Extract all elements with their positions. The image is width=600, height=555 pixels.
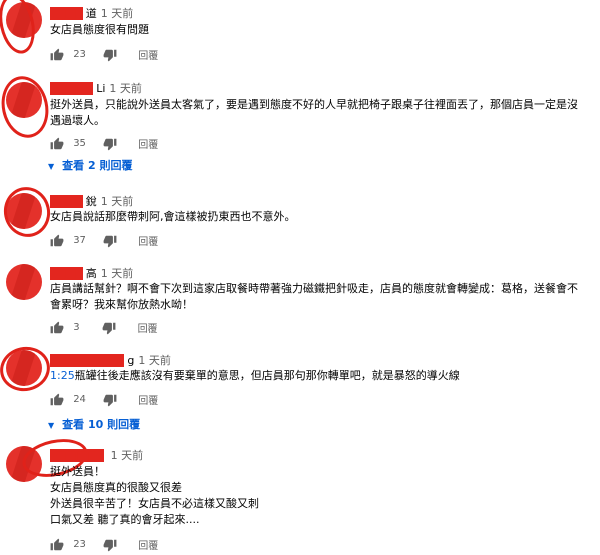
comment-thread: ■■■■■■ g 1 天前 1:25瓶罐往後走應該沒有要棄單的意思，但店員那句那你轉… [0, 342, 600, 435]
comment-time[interactable]: 1 天前 [138, 354, 171, 367]
view-replies-label: 查看 10 則回覆 [62, 418, 141, 431]
caret-down-icon: ▼ [48, 162, 55, 171]
comment-line: 口氣又差 聽了真的會牙起來.... [50, 513, 200, 526]
author-name[interactable]: ■■■■■■ [50, 354, 125, 367]
view-replies-button[interactable]: ▼ 查看 2 則回覆 [48, 157, 132, 173]
comment-text-body: 瓶罐往後走應該沒有要棄單的意思，但店員那句那你轉單吧，就是暴怒的導火線 [74, 369, 460, 382]
thumbs-down-icon[interactable] [103, 538, 117, 552]
video-timestamp-link[interactable]: 1:25 [50, 369, 75, 382]
avatar[interactable] [6, 193, 42, 229]
comment-thread: ■■ 道 1 天前 女店員態度很有問題 23 回覆 [0, 0, 600, 65]
comment-actions: 24 回覆 [50, 392, 158, 408]
comment-text: 女店員說話那麼帶刺阿,會這樣被扔東西也不意外。 [50, 210, 296, 223]
thumbs-down-icon[interactable] [103, 137, 117, 151]
comment-thread: ■■■■ 1 天前 挺外送員！ 女店員態度真的很酸又很差 外送員很辛苦了！女店員不… [0, 433, 600, 555]
thumbs-down-icon[interactable] [103, 48, 117, 62]
thumbs-up-icon[interactable] [50, 393, 64, 407]
thumbs-up-icon[interactable] [50, 234, 64, 248]
like-count: 37 [73, 235, 86, 246]
comment-thread: ■■ 高 1 天前 店員講話幫針？啊不會下次到這家店取餐時帶著強力磁鐵把針吸走，店員… [0, 260, 600, 342]
author-name[interactable]: ■■■■ [50, 449, 104, 462]
thumbs-up-icon[interactable] [50, 48, 64, 62]
comment-text: 店員講話幫針？啊不會下次到這家店取餐時帶著強力磁鐵把針吸走，店員的態度就會轉變成… [50, 282, 578, 311]
thumbs-down-icon[interactable] [103, 234, 117, 248]
author-name-visible[interactable]: 道 [86, 7, 97, 20]
like-count: 3 [73, 322, 80, 333]
comment-actions: 23 回覆 [50, 47, 158, 63]
reply-button[interactable]: 回覆 [138, 233, 158, 248]
comment-actions: 37 回覆 [50, 233, 158, 249]
comment-time[interactable]: 1 天前 [109, 82, 142, 95]
avatar[interactable] [6, 2, 42, 38]
comment-text: 女店員態度很有問題 [50, 23, 149, 36]
comment-thread: ■■ 銳 1 天前 女店員說話那麼帶刺阿,會這樣被扔東西也不意外。 37 回覆 [0, 182, 600, 255]
comment-actions: 3 回覆 [50, 320, 158, 336]
author-name[interactable]: ■■■ [50, 82, 94, 95]
avatar[interactable] [6, 446, 42, 482]
thumbs-up-icon[interactable] [50, 321, 64, 335]
comment-time[interactable]: 1 天前 [101, 195, 134, 208]
comment-author: ■■ 高 1 天前 [50, 265, 133, 281]
comment-actions: 23 回覆 [50, 537, 158, 553]
comment-text: 1:25瓶罐往後走應該沒有要棄單的意思，但店員那句那你轉單吧，就是暴怒的導火線 [50, 368, 582, 384]
comment-time[interactable]: 1 天前 [101, 7, 134, 20]
comment-author: ■■■■ 1 天前 [50, 447, 143, 463]
view-replies-button[interactable]: ▼ 查看 10 則回覆 [48, 416, 140, 432]
thumbs-down-icon[interactable] [103, 393, 117, 407]
author-name[interactable]: ■■ [50, 267, 83, 280]
comment-thread: ■■■ Li 1 天前 挺外送員，只能說外送員太客氣了，要是遇到態度不好的人早就把椅… [0, 70, 600, 180]
thumbs-down-icon[interactable] [102, 321, 116, 335]
comment-author: ■■ 道 1 天前 [50, 5, 133, 21]
comment-line: 女店員態度真的很酸又很差 [50, 481, 182, 494]
comment-line: 挺外送員！ [50, 465, 105, 478]
comment-time[interactable]: 1 天前 [111, 449, 144, 462]
caret-down-icon: ▼ [48, 421, 55, 430]
author-name-visible[interactable]: 銳 [86, 195, 97, 208]
comment-time[interactable]: 1 天前 [101, 267, 134, 280]
view-replies-label: 查看 2 則回覆 [62, 159, 133, 172]
avatar[interactable] [6, 82, 42, 118]
author-name-visible[interactable]: 高 [86, 267, 97, 280]
reply-button[interactable]: 回覆 [138, 47, 158, 62]
reply-button[interactable]: 回覆 [138, 392, 158, 407]
comment-text: 挺外送員，只能說外送員太客氣了，要是遇到態度不好的人早就把椅子跟桌子往裡面丟了，… [50, 98, 578, 127]
author-name[interactable]: ■■ [50, 7, 83, 20]
comment-author: ■■ 銳 1 天前 [50, 193, 133, 209]
like-count: 23 [73, 49, 86, 60]
reply-button[interactable]: 回覆 [138, 537, 158, 552]
like-count: 35 [73, 138, 86, 149]
like-count: 23 [73, 539, 86, 550]
reply-button[interactable]: 回覆 [138, 136, 158, 151]
comment-author: ■■■■■■ g 1 天前 [50, 352, 171, 368]
avatar[interactable] [6, 264, 42, 300]
reply-button[interactable]: 回覆 [138, 320, 158, 335]
author-name-visible[interactable]: Li [96, 82, 105, 95]
thumbs-up-icon[interactable] [50, 538, 64, 552]
thumbs-up-icon[interactable] [50, 137, 64, 151]
author-name[interactable]: ■■ [50, 195, 83, 208]
comment-actions: 35 回覆 [50, 136, 158, 152]
comment-text: 挺外送員！ 女店員態度真的很酸又很差 外送員很辛苦了！女店員不必這樣又酸又刺 口… [50, 464, 582, 528]
author-name-visible[interactable]: g [127, 354, 134, 367]
comment-line: 外送員很辛苦了！女店員不必這樣又酸又刺 [50, 497, 259, 510]
avatar[interactable] [6, 350, 42, 386]
comment-author: ■■■ Li 1 天前 [50, 80, 142, 96]
like-count: 24 [73, 394, 86, 405]
